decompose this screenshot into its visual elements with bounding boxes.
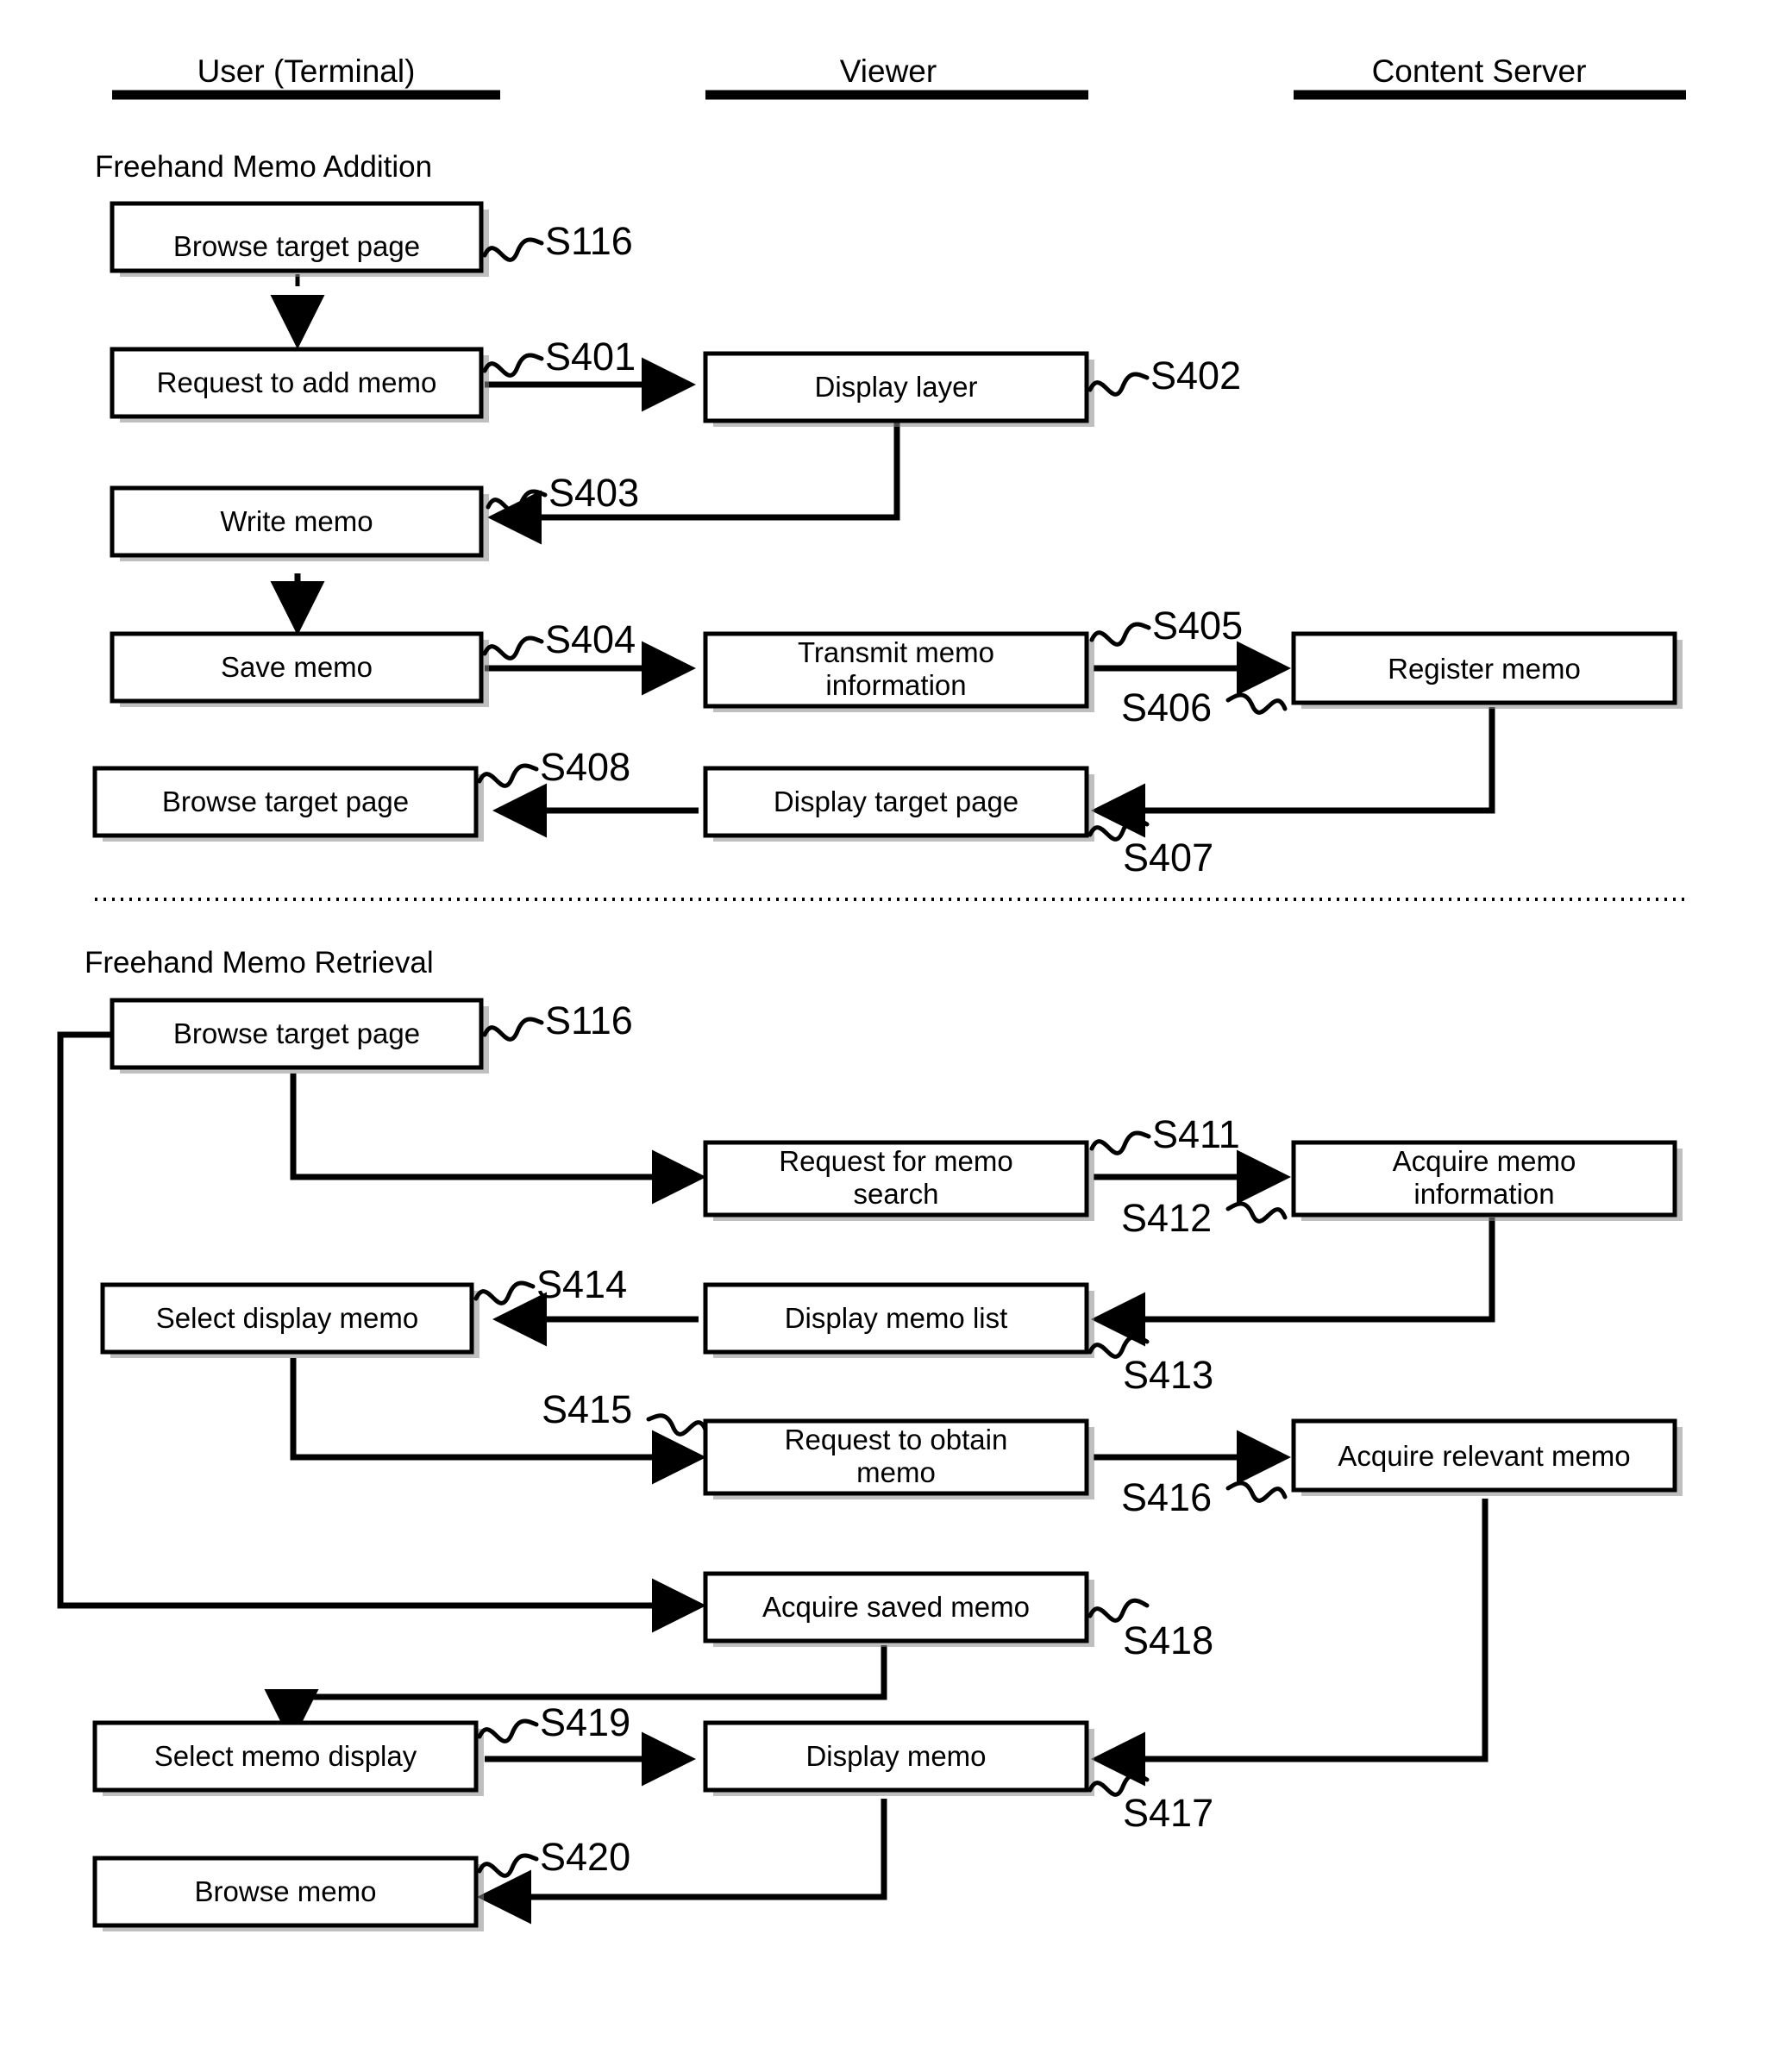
node-label: Display memo — [805, 1740, 986, 1772]
node-label-line1: Transmit memo — [798, 636, 994, 668]
node-browse-target-page-1[interactable]: Browse target page — [110, 201, 489, 277]
lane-title-server: Content Server — [1372, 53, 1587, 89]
svg-text:S407: S407 — [1123, 836, 1213, 880]
flow-diagram-canvas: User (Terminal) Viewer Content Server Fr… — [57, 53, 1686, 1931]
node-browse-target-page-2[interactable]: Browse target page — [92, 766, 484, 842]
node-label-line2: information — [1413, 1178, 1554, 1210]
node-display-memo[interactable]: Display memo — [703, 1720, 1094, 1796]
svg-text:S401: S401 — [545, 335, 636, 379]
section-title-addition: Freehand Memo Addition — [95, 150, 432, 184]
node-save-memo[interactable]: Save memo — [110, 631, 489, 707]
node-label: Request to add memo — [157, 366, 437, 398]
svg-text:S415: S415 — [542, 1387, 632, 1431]
node-label: Browse target page — [173, 230, 420, 262]
node-label: Save memo — [221, 651, 373, 683]
node-label-line2: information — [825, 669, 966, 701]
svg-text:S418: S418 — [1123, 1618, 1213, 1662]
step-label-s414: S414 — [473, 1262, 627, 1306]
node-request-for-memo-search[interactable]: Request for memo search — [703, 1140, 1094, 1221]
node-acquire-saved-memo[interactable]: Acquire saved memo — [703, 1571, 1094, 1647]
node-write-memo[interactable]: Write memo — [110, 485, 489, 561]
svg-text:S116: S116 — [545, 219, 633, 263]
svg-text:S411: S411 — [1152, 1112, 1240, 1156]
svg-text:S116: S116 — [545, 998, 633, 1042]
node-display-memo-list[interactable]: Display memo list — [703, 1282, 1094, 1358]
section-title-retrieval: Freehand Memo Retrieval — [85, 946, 434, 980]
node-label: Display layer — [815, 371, 978, 403]
node-select-display-memo[interactable]: Select display memo — [100, 1282, 479, 1358]
step-label-s403: S403 — [486, 471, 639, 515]
node-request-to-obtain-memo[interactable]: Request to obtain memo — [703, 1418, 1094, 1499]
svg-text:S417: S417 — [1123, 1791, 1213, 1835]
step-label-s407: S407 — [1087, 817, 1213, 880]
svg-text:S412: S412 — [1121, 1196, 1212, 1240]
node-request-to-add-memo[interactable]: Request to add memo — [110, 347, 489, 423]
step-label-s417: S417 — [1087, 1772, 1213, 1835]
node-label-line2: search — [853, 1178, 938, 1210]
lane-title-viewer: Viewer — [840, 53, 937, 89]
step-label-s402: S402 — [1087, 354, 1241, 397]
node-label-line1: Request for memo — [779, 1145, 1012, 1177]
node-label: Acquire saved memo — [762, 1591, 1030, 1623]
node-acquire-memo-information[interactable]: Acquire memo information — [1291, 1140, 1683, 1221]
step-label-s415: S415 — [542, 1387, 708, 1437]
step-label-s419: S419 — [477, 1700, 630, 1744]
node-browse-memo[interactable]: Browse memo — [92, 1856, 484, 1931]
node-display-layer[interactable]: Display layer — [703, 351, 1094, 427]
step-label-s413: S413 — [1087, 1334, 1213, 1397]
node-transmit-memo-information[interactable]: Transmit memo information — [703, 631, 1094, 712]
node-label: Display target page — [774, 786, 1018, 817]
lane-header-user: User (Terminal) — [112, 53, 500, 100]
node-label: Select memo display — [154, 1740, 417, 1772]
node-label: Browse target page — [162, 786, 409, 817]
svg-text:S416: S416 — [1121, 1475, 1212, 1519]
node-label: Acquire relevant memo — [1338, 1440, 1630, 1472]
svg-text:S404: S404 — [545, 617, 636, 661]
lane-title-user: User (Terminal) — [197, 53, 416, 89]
node-label-line1: Request to obtain — [785, 1424, 1008, 1455]
svg-text:S405: S405 — [1152, 604, 1243, 648]
node-label-line1: Acquire memo — [1393, 1145, 1576, 1177]
svg-text:S419: S419 — [540, 1700, 630, 1744]
step-label-s405: S405 — [1089, 604, 1243, 648]
step-label-s408: S408 — [477, 745, 630, 789]
svg-text:S408: S408 — [540, 745, 630, 789]
node-label: Browse memo — [195, 1875, 377, 1907]
node-label: Browse target page — [173, 1017, 420, 1049]
step-label-s418: S418 — [1087, 1598, 1213, 1662]
svg-text:S406: S406 — [1121, 685, 1212, 729]
node-select-memo-display[interactable]: Select memo display — [92, 1720, 484, 1796]
step-label-s406: S406 — [1121, 685, 1288, 729]
node-browse-target-page-3[interactable]: Browse target page — [110, 998, 489, 1074]
step-label-s411: S411 — [1089, 1112, 1240, 1156]
svg-text:S413: S413 — [1123, 1353, 1213, 1397]
step-label-s401: S401 — [482, 335, 636, 379]
step-label-s116-retrieval: S116 — [482, 998, 633, 1042]
connector-browse-to-request-search — [290, 1074, 690, 1180]
node-label: Select display memo — [156, 1302, 418, 1334]
svg-text:S402: S402 — [1150, 354, 1241, 397]
step-label-s116-addition: S116 — [482, 219, 633, 263]
step-label-s412: S412 — [1121, 1196, 1288, 1240]
node-label-line2: memo — [856, 1456, 936, 1488]
step-label-s420: S420 — [477, 1835, 630, 1879]
node-label: Write memo — [220, 505, 373, 537]
svg-text:S403: S403 — [548, 471, 639, 515]
node-label: Register memo — [1388, 653, 1581, 685]
svg-text:S414: S414 — [536, 1262, 627, 1306]
lane-header-server: Content Server — [1294, 53, 1686, 100]
step-label-s404: S404 — [482, 617, 636, 661]
lane-header-viewer: Viewer — [705, 53, 1088, 100]
svg-text:S420: S420 — [540, 1835, 630, 1879]
node-acquire-relevant-memo[interactable]: Acquire relevant memo — [1291, 1418, 1683, 1496]
node-label: Display memo list — [785, 1302, 1008, 1334]
node-display-target-page[interactable]: Display target page — [703, 766, 1094, 842]
patent-flow-diagram: User (Terminal) Viewer Content Server Fr… — [0, 0, 1780, 2072]
node-register-memo[interactable]: Register memo — [1291, 631, 1683, 709]
step-label-s416: S416 — [1121, 1475, 1288, 1519]
